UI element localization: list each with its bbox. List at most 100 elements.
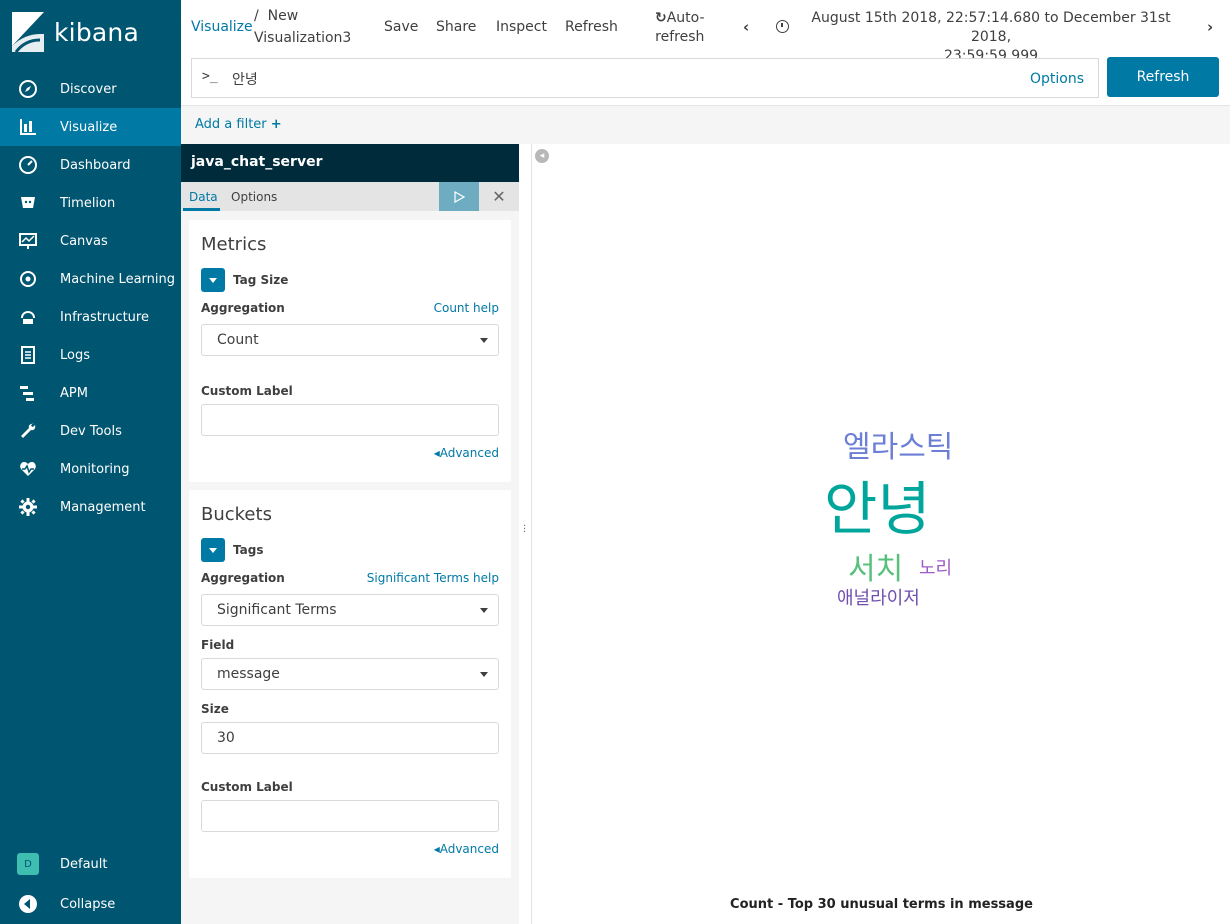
breadcrumb-current-line1: New (267, 8, 299, 24)
refresh-link[interactable]: Refresh (565, 19, 618, 35)
metrics-advanced-toggle[interactable]: ◂Advanced (434, 446, 499, 460)
buckets-advanced-toggle[interactable]: ◂Advanced (434, 842, 499, 856)
sidebar: kibana Discover Visualize Dashboard Timelio… (0, 0, 181, 924)
space-label: Default (60, 856, 108, 872)
query-prompt-icon: >_ (202, 69, 218, 84)
sidebar-item-label: Infrastructure (60, 309, 149, 325)
compass-icon (18, 79, 38, 99)
tag-cloud-caption: Count - Top 30 unusual terms in message (730, 897, 1033, 912)
dashboard-icon (18, 155, 38, 175)
sidebar-item-label: Dev Tools (60, 423, 122, 439)
tab-data[interactable]: Data (189, 190, 218, 204)
field-select[interactable]: message (201, 658, 499, 690)
auto-refresh-button[interactable]: ↻Auto- refresh (655, 9, 705, 47)
discard-changes-button[interactable]: ✕ (479, 182, 519, 211)
app-name: kibana (54, 17, 139, 47)
buckets-title: Buckets (201, 504, 272, 525)
sidebar-item-discover[interactable]: Discover (0, 70, 181, 108)
metrics-agg-name: Tag Size (233, 273, 289, 287)
field-label: Field (201, 638, 235, 652)
tag-cloud-word[interactable]: 노리 (919, 554, 952, 580)
metrics-advanced-label: Advanced (439, 446, 499, 460)
top-nav: Visualize / New Visualization3 Save Shar… (181, 0, 1230, 64)
sidebar-item-infrastructure[interactable]: Infrastructure (0, 298, 181, 336)
tag-cloud-word[interactable]: 애널라이저 (837, 584, 920, 610)
tab-options[interactable]: Options (231, 190, 277, 204)
sidebar-item-label: Management (60, 499, 146, 515)
auto-refresh-line2: refresh (655, 29, 705, 45)
metrics-title: Metrics (201, 234, 267, 255)
share-button[interactable]: Share (436, 19, 476, 35)
breadcrumb-visualize[interactable]: Visualize (191, 19, 253, 35)
buckets-advanced-label: Advanced (439, 842, 499, 856)
sidebar-item-label: Discover (60, 81, 117, 97)
metrics-custom-label-label: Custom Label (201, 384, 293, 398)
metrics-card: Metrics Tag Size Aggregation Count help … (189, 220, 511, 482)
query-input[interactable]: 안녕 (232, 69, 258, 89)
time-range-line1: August 15th 2018, 22:57:14.680 to Decemb… (811, 10, 1171, 45)
buckets-card: Buckets Tags Aggregation Significant Ter… (189, 490, 511, 878)
kibana-logo-icon (12, 12, 44, 53)
size-input[interactable]: 30 (201, 722, 499, 754)
sidebar-item-monitoring[interactable]: Monitoring (0, 450, 181, 488)
add-filter-button[interactable]: Add a filter + (195, 117, 282, 132)
chevron-right-icon[interactable]: › (1207, 18, 1213, 36)
sidebar-item-timelion[interactable]: Timelion (0, 184, 181, 222)
buckets-custom-label-input[interactable] (201, 800, 499, 832)
sidebar-item-apm[interactable]: APM (0, 374, 181, 412)
significant-terms-help-link[interactable]: Significant Terms help (367, 571, 499, 585)
sidebar-item-canvas[interactable]: Canvas (0, 222, 181, 260)
collapse-label: Collapse (60, 896, 116, 912)
count-help-link[interactable]: Count help (434, 301, 499, 315)
editor-panel: java_chat_server Data Options ✕ Metrics … (181, 144, 519, 924)
sidebar-bottom: D Default Collapse (0, 844, 181, 924)
tag-cloud-word[interactable]: 엘라스틱 (843, 422, 953, 466)
sidebar-item-dev-tools[interactable]: Dev Tools (0, 412, 181, 450)
refresh-icon: ↻ (655, 10, 667, 26)
metrics-aggregation-label: Aggregation (201, 301, 285, 315)
sidebar-item-logs[interactable]: Logs (0, 336, 181, 374)
collapse-sidebar-icon[interactable]: ◂ (535, 149, 549, 163)
buckets-agg-name: Tags (233, 543, 264, 557)
chevron-left-icon[interactable]: ‹ (743, 18, 749, 36)
apm-icon (18, 383, 38, 403)
inspect-button[interactable]: Inspect (496, 19, 547, 35)
filter-bar: Add a filter + (181, 105, 1230, 144)
buckets-aggregation-select[interactable]: Significant Terms (201, 594, 499, 626)
apply-changes-button[interactable] (439, 182, 479, 211)
sidebar-item-machine-learning[interactable]: Machine Learning (0, 260, 181, 298)
tag-cloud-word[interactable]: 안녕 (824, 462, 931, 546)
clock-icon[interactable] (776, 20, 789, 33)
query-options-button[interactable]: Options (1030, 71, 1084, 87)
sidebar-item-management[interactable]: Management (0, 488, 181, 526)
breadcrumb-current: / New Visualization3 (254, 5, 354, 49)
space-avatar: D (17, 853, 39, 875)
logs-icon (18, 345, 38, 365)
auto-refresh-line1: Auto- (666, 10, 705, 26)
kibana-logo[interactable]: kibana (12, 12, 139, 53)
bar-chart-icon (18, 117, 38, 137)
collapse-icon (18, 894, 38, 914)
breadcrumb-current-line2: Visualization3 (254, 30, 352, 46)
sidebar-item-label: Canvas (60, 233, 108, 249)
refresh-button[interactable]: Refresh (1107, 57, 1219, 97)
sidebar-item-label: Machine Learning (60, 271, 175, 287)
metrics-custom-label-input[interactable] (201, 404, 499, 436)
sidebar-item-dashboard[interactable]: Dashboard (0, 146, 181, 184)
sidebar-item-label: Visualize (60, 119, 118, 135)
save-button[interactable]: Save (384, 19, 418, 35)
query-bar[interactable]: >_ 안녕 Options (191, 58, 1099, 98)
sidebar-item-visualize[interactable]: Visualize (0, 108, 181, 146)
panel-resize-handle[interactable]: · · · (523, 522, 526, 538)
play-icon (454, 190, 465, 203)
collapse-button[interactable]: Collapse (0, 884, 181, 924)
buckets-toggle-button[interactable] (201, 538, 225, 562)
space-selector[interactable]: D Default (0, 844, 181, 884)
metrics-toggle-button[interactable] (201, 268, 225, 292)
breadcrumb-line-1: / New (254, 5, 354, 27)
sidebar-item-label: Timelion (60, 195, 116, 211)
metrics-aggregation-select[interactable]: Count (201, 324, 499, 356)
tag-cloud-word[interactable]: 서치 (848, 544, 903, 588)
close-icon: ✕ (492, 187, 506, 206)
wrench-icon (18, 421, 38, 441)
